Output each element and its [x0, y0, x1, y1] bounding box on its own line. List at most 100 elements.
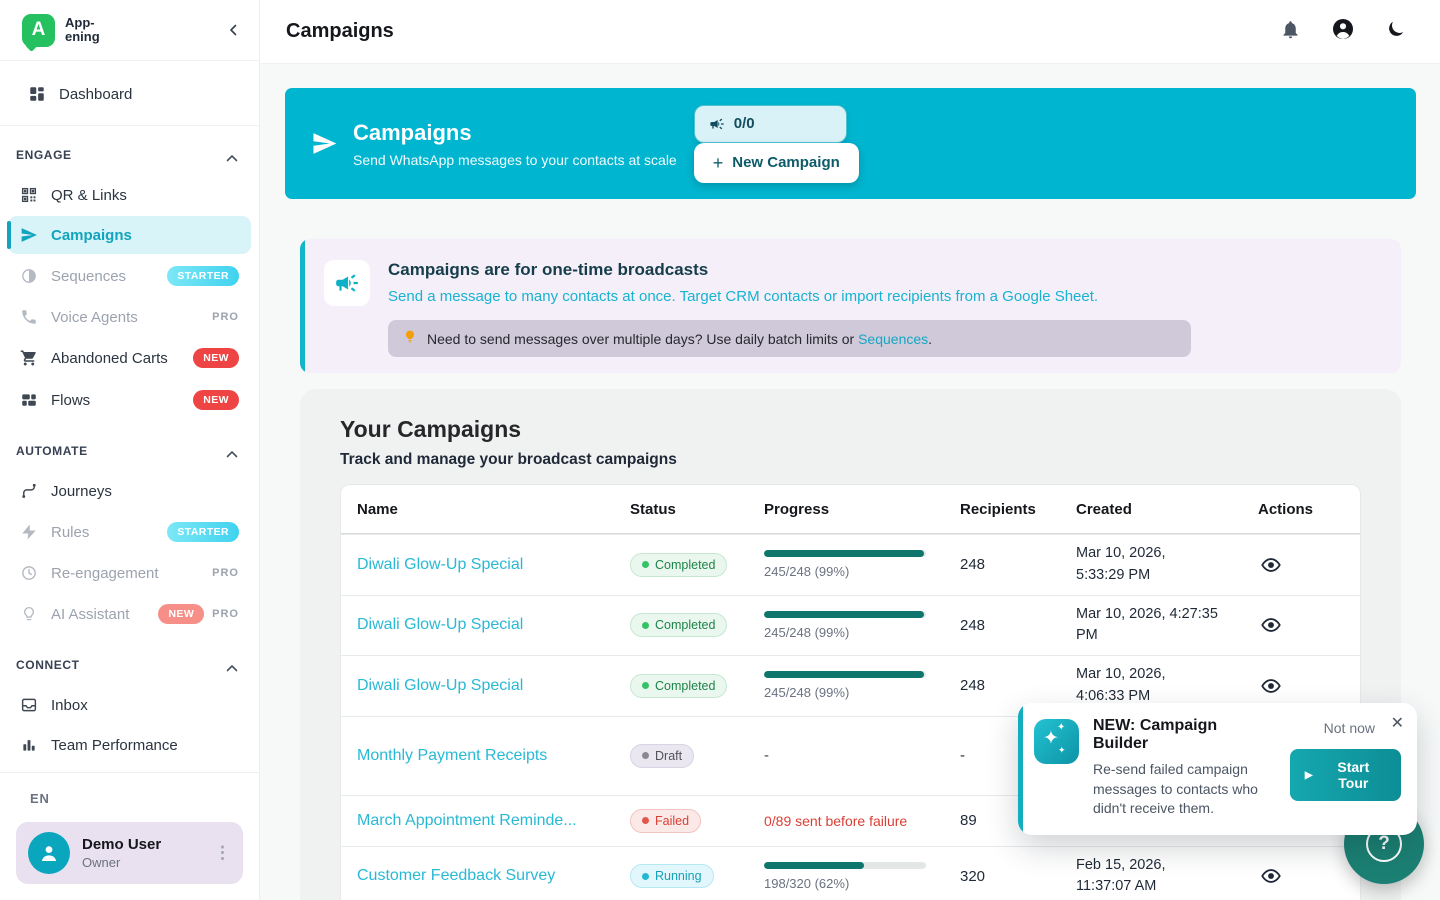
view-campaign-button[interactable] — [1258, 612, 1284, 638]
phone-icon — [20, 308, 38, 326]
sidebar-item-label: Inbox — [51, 697, 88, 714]
toast-title: NEW: Campaign Builder — [1093, 717, 1276, 753]
your-campaigns-subtitle: Track and manage your broadcast campaign… — [340, 451, 1361, 469]
table-row: Diwali Glow-Up Special Completed 245/248… — [341, 534, 1360, 595]
sequences-link[interactable]: Sequences — [858, 331, 928, 347]
nav-group-engage[interactable]: ENGAGE — [0, 126, 259, 174]
sidebar-item-re-engagement[interactable]: Re-engagement PRO — [8, 554, 251, 592]
sidebar-item-campaigns[interactable]: Campaigns — [8, 216, 251, 254]
recipients-count: 248 — [944, 609, 1060, 642]
new-badge: NEW — [193, 390, 239, 410]
sidebar-item-journeys[interactable]: Journeys — [8, 472, 251, 510]
campaign-name-link[interactable]: Diwali Glow-Up Special — [357, 616, 523, 633]
inbox-icon — [20, 696, 38, 714]
nav-group-connect[interactable]: CONNECT — [0, 636, 259, 684]
user-name: Demo User — [82, 836, 161, 853]
created-line1: Mar 10, 2026, — [1076, 543, 1234, 565]
progress-text: 198/320 (62%) — [764, 876, 936, 891]
ai-assistant-icon — [20, 605, 38, 623]
sidebar-item-qr-links[interactable]: QR & Links — [8, 176, 251, 214]
eye-icon — [1260, 614, 1282, 636]
close-icon[interactable]: ✕ — [1391, 713, 1404, 733]
campaign-name-link[interactable]: Diwali Glow-Up Special — [357, 677, 523, 694]
status-badge: Running — [630, 864, 714, 888]
progress-bar — [764, 550, 926, 557]
campaign-counter: 0/0 — [694, 105, 847, 143]
sidebar-nav: Dashboard ENGAGE QR & Links Campaigns — [0, 61, 259, 772]
campaign-builder-toast: ✦ ✦ ✦ NEW: Campaign Builder Re-send fail… — [1018, 703, 1417, 835]
status-label: Completed — [655, 558, 715, 572]
toast-body: Re-send failed campaign messages to cont… — [1093, 760, 1271, 819]
sidebar-collapse-button[interactable] — [225, 21, 243, 39]
dark-mode-toggle[interactable] — [1385, 19, 1406, 45]
sidebar-item-voice-agents[interactable]: Voice Agents PRO — [8, 298, 251, 336]
account-button[interactable] — [1331, 17, 1355, 46]
campaign-counter-value: 0/0 — [734, 115, 755, 132]
recipients-count: 320 — [944, 860, 1060, 893]
sidebar-item-label: Rules — [51, 524, 89, 541]
brand-name: App- ening — [65, 16, 100, 43]
language-selector[interactable]: EN — [30, 791, 243, 806]
sidebar-item-flows[interactable]: Flows NEW — [8, 380, 251, 420]
chevron-left-icon — [225, 21, 243, 39]
clock-icon — [20, 564, 38, 582]
sidebar-item-inbox[interactable]: Inbox — [8, 686, 251, 724]
page-title: Campaigns — [286, 20, 394, 43]
view-campaign-button[interactable] — [1258, 673, 1284, 699]
sidebar-item-ai-assistant[interactable]: AI Assistant NEW PRO — [8, 594, 251, 634]
campaign-name-link[interactable]: March Appointment Reminde... — [357, 812, 577, 829]
sidebar-item-label: Team Performance — [51, 737, 178, 754]
campaign-name-link[interactable]: Diwali Glow-Up Special — [357, 556, 523, 573]
status-badge: Completed — [630, 674, 727, 698]
chevron-up-icon — [223, 438, 241, 464]
sidebar-item-dashboard[interactable]: Dashboard — [16, 75, 243, 113]
brand-name-line2: ening — [65, 30, 100, 44]
megaphone-icon — [709, 116, 725, 132]
status-dot — [642, 622, 649, 629]
status-badge: Draft — [630, 744, 694, 768]
dashboard-icon — [28, 85, 46, 103]
status-dot — [642, 561, 649, 568]
status-label: Failed — [655, 814, 689, 828]
campaign-name-link[interactable]: Customer Feedback Survey — [357, 867, 555, 884]
status-label: Completed — [655, 618, 715, 632]
not-now-button[interactable]: Not now — [1324, 720, 1375, 736]
sidebar-item-label: Campaigns — [51, 227, 132, 244]
table-header-row: Name Status Progress Recipients Created … — [341, 485, 1360, 534]
info-heading: Campaigns are for one-time broadcasts — [388, 260, 1191, 280]
user-menu-button[interactable]: ⋮ — [214, 843, 231, 863]
sidebar-item-sequences[interactable]: Sequences STARTER — [8, 256, 251, 296]
user-circle-icon — [1331, 17, 1355, 46]
user-card[interactable]: Demo User Owner ⋮ — [16, 822, 243, 884]
tip-text-period: . — [928, 331, 932, 347]
sidebar-item-abandoned-carts[interactable]: Abandoned Carts NEW — [8, 338, 251, 378]
flows-icon — [20, 391, 38, 409]
view-campaign-button[interactable] — [1258, 863, 1284, 889]
created-line2: PM — [1076, 625, 1234, 647]
start-tour-button[interactable]: ▶ Start Tour — [1290, 749, 1401, 801]
tip-box: Need to send messages over multiple days… — [388, 320, 1191, 357]
status-dot — [642, 682, 649, 689]
starter-badge: STARTER — [167, 266, 239, 286]
nav-group-title: CONNECT — [16, 658, 80, 672]
notifications-button[interactable] — [1280, 19, 1301, 45]
sidebar-item-team-performance[interactable]: Team Performance — [8, 726, 251, 764]
progress-text: 245/248 (99%) — [764, 685, 936, 700]
column-header-name: Name — [341, 493, 614, 526]
nav-group-automate[interactable]: AUTOMATE — [0, 422, 259, 470]
sidebar-item-activity-heatmap[interactable]: Activity Heatmap — [8, 766, 251, 772]
sidebar-item-label: Re-engagement — [51, 565, 159, 582]
column-header-actions: Actions — [1242, 493, 1360, 526]
view-campaign-button[interactable] — [1258, 552, 1284, 578]
recipients-count: 248 — [944, 669, 1060, 702]
campaign-name-link[interactable]: Monthly Payment Receipts — [357, 747, 547, 764]
progress-text: 0/89 sent before failure — [748, 805, 944, 837]
created-line1: Mar 10, 2026, 4:27:35 — [1076, 604, 1234, 626]
sidebar-footer: EN Demo User Owner ⋮ — [0, 772, 259, 900]
sidebar-item-rules[interactable]: Rules STARTER — [8, 512, 251, 552]
campaigns-table: Name Status Progress Recipients Created … — [340, 484, 1361, 900]
qr-code-icon — [20, 186, 38, 204]
lightbulb-icon — [402, 329, 418, 348]
info-description: Send a message to many contacts at once.… — [388, 288, 1191, 305]
new-campaign-button[interactable]: + New Campaign — [694, 143, 859, 183]
